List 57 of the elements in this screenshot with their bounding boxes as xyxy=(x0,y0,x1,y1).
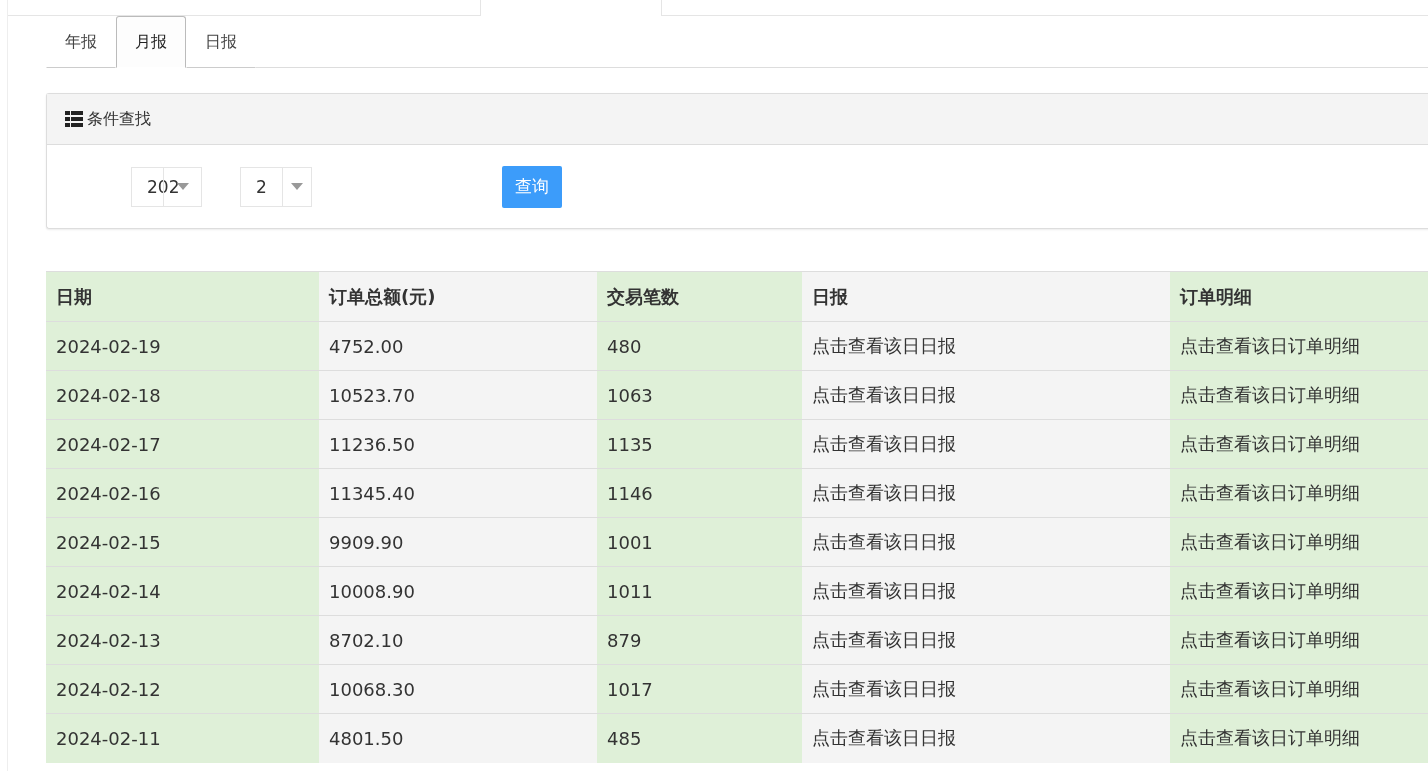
table-cell: 8702.10 xyxy=(319,615,597,665)
table-link[interactable]: 点击查看该日日报 xyxy=(802,468,1170,518)
year-select[interactable]: 202 xyxy=(131,166,202,207)
table-cell: 480 xyxy=(597,321,802,371)
table-cell: 10068.30 xyxy=(319,664,597,714)
table-link[interactable]: 点击查看该日日报 xyxy=(802,517,1170,567)
table-link[interactable]: 点击查看该日订单明细 xyxy=(1170,419,1428,469)
table-link[interactable]: 点击查看该日订单明细 xyxy=(1170,713,1428,763)
table-cell: 10008.90 xyxy=(319,566,597,616)
table-link[interactable]: 点击查看该日订单明细 xyxy=(1170,664,1428,714)
table-cell: 879 xyxy=(597,615,802,665)
table-link[interactable]: 点击查看该日日报 xyxy=(802,615,1170,665)
column-header: 日期 xyxy=(46,271,319,322)
table-cell: 2024-02-18 xyxy=(46,370,319,420)
table-cell: 2024-02-17 xyxy=(46,419,319,469)
table-cell: 1063 xyxy=(597,370,802,420)
table-cell: 2024-02-16 xyxy=(46,468,319,518)
column-header: 订单总额(元) xyxy=(319,271,597,322)
caret-icon xyxy=(176,183,189,190)
month-select[interactable]: 2 xyxy=(240,166,312,207)
table-cell: 485 xyxy=(597,713,802,763)
table-cell: 4752.00 xyxy=(319,321,597,371)
table-cell: 4801.50 xyxy=(319,713,597,763)
report-tab[interactable]: 月报 xyxy=(116,16,186,68)
table-link[interactable]: 点击查看该日日报 xyxy=(802,566,1170,616)
table-link[interactable]: 点击查看该日日报 xyxy=(802,419,1170,469)
table-link[interactable]: 点击查看该日订单明细 xyxy=(1170,517,1428,567)
table-link[interactable]: 点击查看该日日报 xyxy=(802,370,1170,420)
table-cell: 11236.50 xyxy=(319,419,597,469)
table-cell: 1011 xyxy=(597,566,802,616)
caret-icon xyxy=(291,183,303,190)
table-cell: 1001 xyxy=(597,517,802,567)
column-header: 订单明细 xyxy=(1170,271,1428,322)
table-link[interactable]: 点击查看该日订单明细 xyxy=(1170,321,1428,371)
table-cell: 2024-02-11 xyxy=(46,713,319,763)
table-cell: 1017 xyxy=(597,664,802,714)
table-link[interactable]: 点击查看该日订单明细 xyxy=(1170,615,1428,665)
table-link[interactable]: 点击查看该日订单明细 xyxy=(1170,370,1428,420)
table-cell: 2024-02-12 xyxy=(46,664,319,714)
panel-title: 条件查找 xyxy=(87,108,151,130)
column-header: 日报 xyxy=(802,271,1170,322)
table-cell: 9909.90 xyxy=(319,517,597,567)
column-header: 交易笔数 xyxy=(597,271,802,322)
table-cell: 1135 xyxy=(597,419,802,469)
table-cell: 2024-02-15 xyxy=(46,517,319,567)
table-link[interactable]: 点击查看该日日报 xyxy=(802,713,1170,763)
table-link[interactable]: 点击查看该日日报 xyxy=(802,321,1170,371)
table-link[interactable]: 点击查看该日日报 xyxy=(802,664,1170,714)
table-cell: 11345.40 xyxy=(319,468,597,518)
table-cell: 2024-02-19 xyxy=(46,321,319,371)
table-cell: 2024-02-14 xyxy=(46,566,319,616)
table-cell: 2024-02-13 xyxy=(46,615,319,665)
list-icon xyxy=(65,111,83,127)
table-cell: 1146 xyxy=(597,468,802,518)
table-link[interactable]: 点击查看该日订单明细 xyxy=(1170,566,1428,616)
table-cell: 10523.70 xyxy=(319,370,597,420)
table-link[interactable]: 点击查看该日订单明细 xyxy=(1170,468,1428,518)
